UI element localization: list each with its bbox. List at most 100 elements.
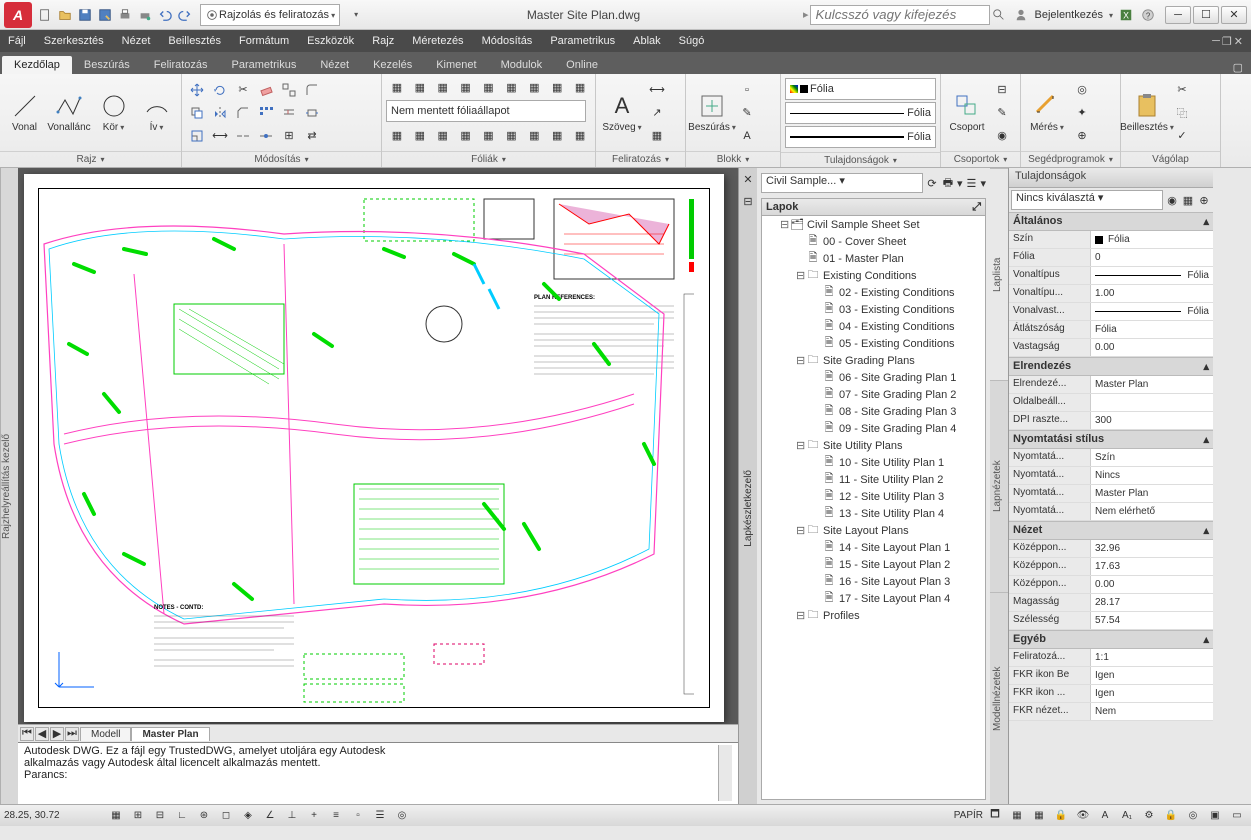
fillet-icon[interactable] (301, 79, 323, 101)
util2-icon[interactable]: ✦ (1071, 102, 1093, 124)
sb-osnap-icon[interactable]: ◻ (216, 807, 236, 825)
layer3-icon[interactable]: ▦ (432, 76, 454, 98)
layer1-icon[interactable]: ▦ (386, 76, 408, 98)
layer-b8-icon[interactable]: ▦ (546, 124, 568, 146)
color-combo[interactable]: Fólia (785, 78, 936, 100)
table-icon[interactable]: ▦ (646, 125, 668, 147)
quick-select-icon[interactable]: ◉ (1165, 193, 1179, 207)
sheetset-rail2[interactable]: Lapnézetek (990, 380, 1008, 592)
tree-row[interactable]: 🗎11 - Site Utility Plan 2 (762, 471, 985, 488)
prop-section-header[interactable]: Általános▴ (1009, 212, 1213, 231)
rtab-manage[interactable]: Kezelés (361, 56, 424, 74)
move-icon[interactable] (186, 79, 208, 101)
layer-b6-icon[interactable]: ▦ (500, 124, 522, 146)
sb-ws-icon[interactable]: ⚙ (1139, 807, 1159, 825)
workspace-combo[interactable]: Rajzolás és feliratozás (200, 4, 340, 26)
help-icon[interactable]: ? (1139, 6, 1157, 24)
close-button[interactable]: ✕ (1221, 6, 1247, 24)
break-icon[interactable] (232, 125, 254, 147)
prop-row[interactable]: Nyomtatá...Szín (1009, 449, 1213, 467)
sb-qvl-icon[interactable]: ▦ (1029, 807, 1049, 825)
canvas[interactable]: PLAN REFERENCES: (18, 168, 738, 724)
search-input[interactable] (810, 5, 990, 25)
layer-state-combo[interactable]: Nem mentett fóliaállapot (386, 100, 586, 122)
prop-row[interactable]: Vastagság0.00 (1009, 339, 1213, 357)
prop-row[interactable]: ÁtlátszóságFólia (1009, 321, 1213, 339)
layer4-icon[interactable]: ▦ (455, 76, 477, 98)
util3-icon[interactable]: ⊕ (1071, 125, 1093, 147)
polyline-button[interactable]: Vonallánc (47, 90, 91, 135)
tab-next-icon[interactable]: ▶ (50, 727, 64, 741)
sb-ortho-icon[interactable]: ∟ (172, 807, 192, 825)
tree-row[interactable]: 🗎16 - Site Layout Plan 3 (762, 573, 985, 590)
prop-row[interactable]: FKR ikon ...Igen (1009, 685, 1213, 703)
menu-view[interactable]: Nézet (122, 35, 151, 47)
sb-polar-icon[interactable]: ⊛ (194, 807, 214, 825)
undo-icon[interactable] (156, 6, 174, 24)
sb-qv-icon[interactable]: ▦ (1007, 807, 1027, 825)
tree-row[interactable]: 🗎08 - Site Grading Plan 3 (762, 403, 985, 420)
group-sel-icon[interactable]: ◉ (991, 125, 1013, 147)
leader-icon[interactable]: ↗ (646, 102, 668, 124)
sb-vsmax-icon[interactable]: 🗖 (985, 807, 1005, 825)
prop-section-header[interactable]: Egyéb▴ (1009, 630, 1213, 649)
array-icon[interactable] (255, 102, 277, 124)
login-label[interactable]: Bejelentkezés (1034, 9, 1103, 21)
prop-row[interactable]: SzínFólia (1009, 231, 1213, 249)
sb-tpy-icon[interactable]: ▫ (348, 807, 368, 825)
rtab-annotate[interactable]: Feliratozás (142, 56, 220, 74)
rtab-plugins[interactable]: Modulok (489, 56, 555, 74)
sb-snap-icon[interactable]: ⊞ (128, 807, 148, 825)
tree-row[interactable]: 🗎17 - Site Layout Plan 4 (762, 590, 985, 607)
tree-row[interactable]: 🗎07 - Site Grading Plan 2 (762, 386, 985, 403)
stretch-icon[interactable] (301, 102, 323, 124)
prop-row[interactable]: Oldalbeáll... (1009, 394, 1213, 412)
menu-insert[interactable]: Beillesztés (168, 35, 221, 47)
tree-row[interactable]: 🗎14 - Site Layout Plan 1 (762, 539, 985, 556)
sheetset-combo[interactable]: Civil Sample... ▾ (761, 173, 923, 193)
save-icon[interactable] (76, 6, 94, 24)
tree-row[interactable]: 🗎06 - Site Grading Plan 1 (762, 369, 985, 386)
tree-row[interactable]: 🗎02 - Existing Conditions (762, 284, 985, 301)
mdi-minimize-icon[interactable]: ─ (1212, 35, 1220, 48)
insert-button[interactable]: Beszúrás (690, 90, 734, 135)
cmd-scrollbar[interactable] (718, 745, 732, 801)
prop-row[interactable]: Nyomtatá...Nem elérhető (1009, 503, 1213, 521)
pickadd-icon[interactable]: ⊕ (1197, 193, 1211, 207)
copy-clip-icon[interactable]: ⿻ (1171, 102, 1193, 124)
paper-button[interactable]: PAPÍR (954, 810, 983, 821)
prop-row[interactable]: DPI raszte...300 (1009, 412, 1213, 430)
print-icon[interactable] (116, 6, 134, 24)
sb-ann-vis-icon[interactable]: 👁 (1073, 807, 1093, 825)
sb-anno2-icon[interactable]: A₁ (1117, 807, 1137, 825)
linetype-combo[interactable]: Fólia (785, 102, 936, 124)
mdi-restore-icon[interactable]: ❐ (1222, 35, 1232, 48)
sb-otrack-icon[interactable]: ∠ (260, 807, 280, 825)
group-edit-icon[interactable]: ✎ (991, 102, 1013, 124)
tree-row[interactable]: ⊟🗀Site Utility Plans (762, 437, 985, 454)
rtab-online[interactable]: Online (554, 56, 610, 74)
search-icon[interactable] (990, 6, 1008, 24)
layer9-icon[interactable]: ▦ (569, 76, 591, 98)
plot-icon[interactable] (136, 6, 154, 24)
rtab-insert[interactable]: Beszúrás (72, 56, 142, 74)
rtab-view[interactable]: Nézet (308, 56, 361, 74)
sb-3dosnap-icon[interactable]: ◈ (238, 807, 258, 825)
sheet-tree[interactable]: ⊟🗂Civil Sample Sheet Set🗎00 - Cover Shee… (761, 216, 986, 800)
ungroup-icon[interactable]: ⊟ (991, 79, 1013, 101)
lengthen-icon[interactable]: ⟷ (209, 125, 231, 147)
reverse-icon[interactable]: ⇄ (301, 125, 323, 147)
layer-b5-icon[interactable]: ▦ (478, 124, 500, 146)
sheetset-rail3[interactable]: Modellnézetek (990, 592, 1008, 804)
prop-row[interactable]: Vonaltípu...1.00 (1009, 285, 1213, 303)
cut-icon[interactable]: ✂ (1171, 79, 1193, 101)
mirror-icon[interactable] (209, 102, 231, 124)
prop-row[interactable]: FKR ikon BeIgen (1009, 667, 1213, 685)
app-icon[interactable]: A (4, 2, 32, 28)
erase-icon[interactable] (255, 79, 277, 101)
layer-b2-icon[interactable]: ▦ (409, 124, 431, 146)
line-button[interactable]: Vonal (4, 90, 45, 135)
layer-b1-icon[interactable]: ▦ (386, 124, 408, 146)
measure-button[interactable]: Mérés (1025, 90, 1069, 135)
scale-icon[interactable] (186, 125, 208, 147)
